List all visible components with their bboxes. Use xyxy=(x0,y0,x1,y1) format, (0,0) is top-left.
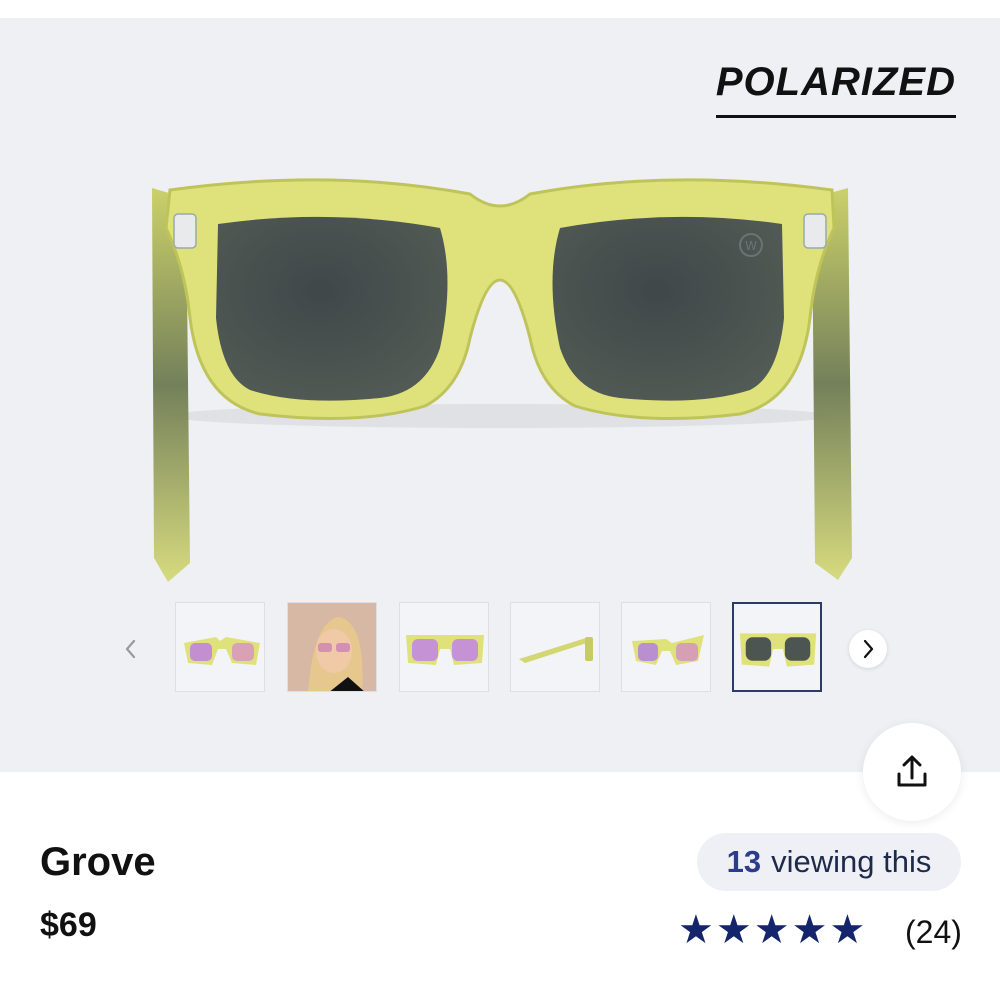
star-icon: ★ xyxy=(829,907,866,953)
rating-stars[interactable]: ★ ★ ★ ★ ★ xyxy=(678,905,865,955)
star-icon: ★ xyxy=(753,907,790,953)
star-icon: ★ xyxy=(791,907,828,953)
thumbnail-carousel xyxy=(0,602,1000,696)
star-icon: ★ xyxy=(678,907,714,953)
share-icon xyxy=(897,755,927,787)
carousel-prev-button[interactable] xyxy=(112,630,150,668)
svg-text:W: W xyxy=(745,239,757,253)
thumbnail-three-quarter[interactable] xyxy=(621,602,711,692)
sunglasses-thumbnail-image xyxy=(632,635,704,665)
chevron-right-icon xyxy=(863,639,874,659)
viewing-badge: 13 viewing this xyxy=(697,833,961,891)
thumbnail-side[interactable] xyxy=(510,602,600,692)
star-icon: ★ xyxy=(715,907,752,953)
sunglasses-thumbnail-image xyxy=(406,635,484,665)
product-name: Grove xyxy=(40,840,156,884)
thumbnail-front[interactable] xyxy=(399,602,489,692)
viewing-label: viewing this xyxy=(771,844,932,879)
model-thumbnail-image xyxy=(288,603,376,691)
sunglasses-thumbnail-image xyxy=(184,637,260,665)
viewing-count: 13 xyxy=(726,844,762,879)
polarized-badge: POLARIZED xyxy=(715,60,956,118)
product-price: $69 xyxy=(40,906,97,944)
sunglasses-thumbnail-image xyxy=(739,633,817,667)
product-hero: W POLARIZED xyxy=(0,18,1000,772)
chevron-left-icon xyxy=(125,639,136,659)
carousel-next-button[interactable] xyxy=(849,630,887,668)
thumbnail-front-angle[interactable] xyxy=(175,602,265,692)
share-button[interactable] xyxy=(863,723,961,821)
sunglasses-thumbnail-image xyxy=(519,637,593,663)
thumbnail-back[interactable] xyxy=(732,602,822,692)
thumbnail-model-wearing[interactable] xyxy=(287,602,377,692)
review-count-link[interactable]: (24) xyxy=(905,914,962,951)
